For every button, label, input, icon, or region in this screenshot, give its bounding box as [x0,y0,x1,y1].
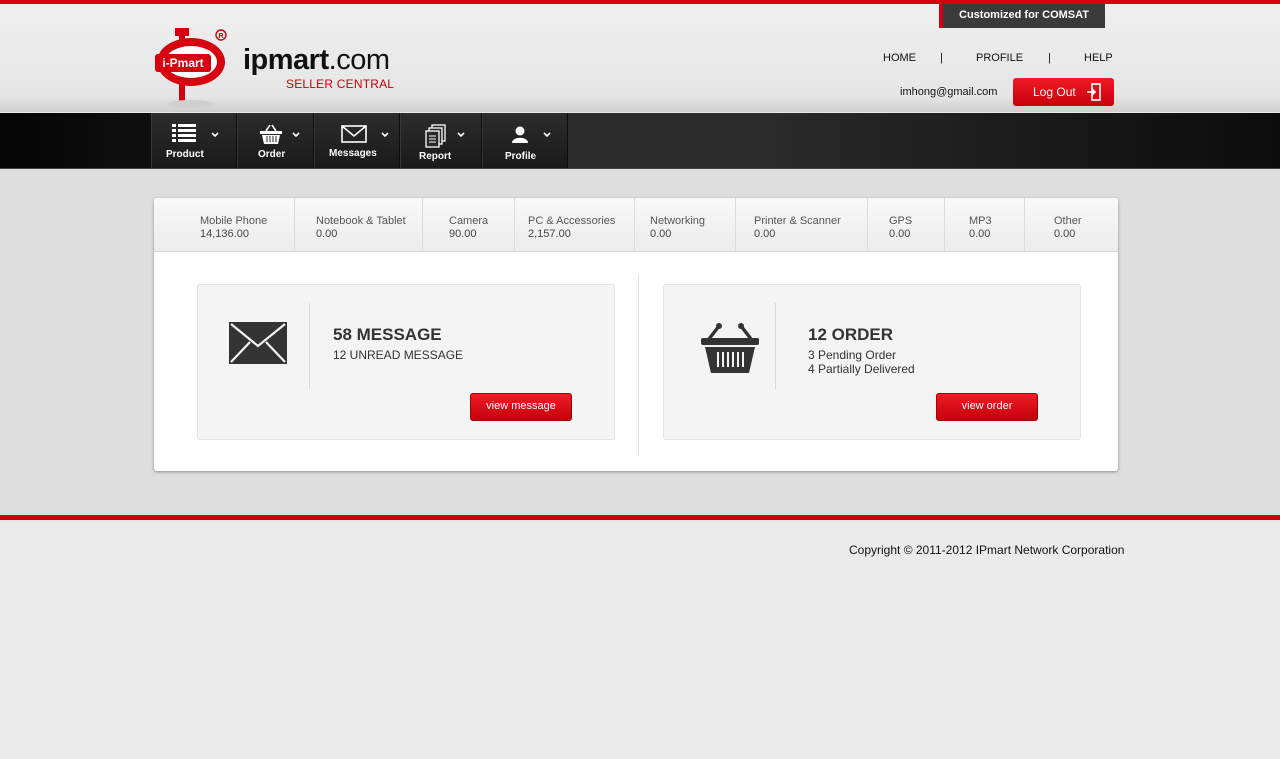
category-name: Printer & Scanner [754,215,841,227]
category-value: 14,136.00 [200,228,249,240]
nav-report-label: Report [419,151,452,162]
order-count: 12 ORDER [808,325,894,344]
category-value: 2,157.00 [528,228,571,240]
view-order-button[interactable]: view order [936,393,1038,421]
top-nav: HOME | PROFILE | HELP [860,52,1120,66]
orders-summary-card: 12 ORDER 3 Pending Order 4 Partially Del… [663,284,1081,440]
svg-text:i-Pmart: i-Pmart [162,56,203,70]
category-name: Networking [650,215,706,227]
main-navbar: Product Order Messages Report Profile [0,113,1280,169]
pending-orders: 3 Pending Order [808,348,897,362]
category-value: 0.00 [889,228,911,240]
dashboard-panel: Mobile Phone 14,136.00 Notebook & Tablet… [154,198,1118,471]
category-name: GPS [889,215,913,227]
nav-product[interactable]: Product [151,113,237,168]
category-item[interactable]: Camera 90.00 [423,198,515,251]
nav-profile-label: Profile [505,151,537,162]
card-divider [309,303,310,389]
svg-text:R: R [218,33,223,40]
logout-button[interactable]: Log Out [1013,78,1114,106]
category-item[interactable]: Other 0.00 [1025,198,1118,251]
header: Customized for COMSAT i-Pmart R ipmart.c… [0,4,1280,112]
message-count: 58 MESSAGE [333,325,442,344]
category-name: PC & Accessories [528,215,616,227]
category-item[interactable]: Notebook & Tablet 0.00 [295,198,423,251]
messages-summary-card: 58 MESSAGE 12 UNREAD MESSAGE view messag… [197,284,615,440]
category-value: 0.00 [1054,228,1076,240]
category-item[interactable]: PC & Accessories 2,157.00 [515,198,635,251]
home-link[interactable]: HOME [883,52,916,64]
documents-icon [425,124,446,148]
chevron-down-icon [543,132,551,138]
category-name: Camera [449,215,489,227]
list-icon [172,124,196,142]
nav-order[interactable]: Order [237,113,314,168]
customized-badge: Customized for COMSAT [939,4,1105,28]
footer-red-stripe [0,515,1280,522]
partially-delivered: 4 Partially Delivered [808,362,915,376]
card-divider [775,303,776,389]
category-item[interactable]: Mobile Phone 14,136.00 [154,198,295,251]
logout-label: Log Out [1033,85,1076,99]
chevron-down-icon [292,132,300,138]
nav-product-label: Product [166,149,204,160]
ipmart-emblem-icon: i-Pmart R [155,28,227,108]
logo[interactable]: i-Pmart R ipmart.com SELLER CENTRAL [155,28,395,108]
exit-door-icon [1087,83,1101,101]
category-name: MP3 [969,215,992,227]
category-value: 0.00 [969,228,991,240]
help-link[interactable]: HELP [1084,52,1113,64]
chevron-down-icon [211,132,219,138]
profile-link[interactable]: PROFILE [976,52,1023,64]
user-icon [512,126,528,143]
nav-separator: | [1048,52,1051,64]
chevron-down-icon [381,132,389,138]
nav-order-label: Order [258,149,286,160]
category-item[interactable]: MP3 0.00 [945,198,1025,251]
category-item[interactable]: GPS 0.00 [868,198,945,251]
basket-icon [701,323,759,373]
category-name: Notebook & Tablet [316,215,406,227]
envelope-icon [229,322,287,364]
category-value: 90.00 [449,228,477,240]
category-value: 0.00 [316,228,338,240]
user-email: imhong@gmail.com [900,86,998,98]
basket-icon [260,124,282,144]
nav-profile[interactable]: Profile [482,113,568,168]
nav-messages[interactable]: Messages [314,113,400,168]
category-item[interactable]: Printer & Scanner 0.00 [736,198,868,251]
envelope-icon [341,125,367,143]
view-message-button[interactable]: view message [470,393,572,421]
chevron-down-icon [457,132,465,138]
column-divider [638,274,639,456]
nav-separator: | [940,52,943,64]
copyright: Copyright © 2011-2012 IPmart Network Cor… [849,543,1125,557]
category-name: Mobile Phone [200,215,268,227]
nav-messages-label: Messages [329,148,377,159]
logo-wordmark: ipmart.com [243,44,390,76]
category-summary-bar: Mobile Phone 14,136.00 Notebook & Tablet… [154,198,1118,252]
category-value: 0.00 [650,228,672,240]
nav-report[interactable]: Report [400,113,482,168]
category-item[interactable]: Networking 0.00 [635,198,736,251]
logo-subtitle: SELLER CENTRAL [286,77,395,91]
unread-count: 12 UNREAD MESSAGE [333,348,464,362]
category-name: Other [1054,215,1082,227]
category-value: 0.00 [754,228,776,240]
